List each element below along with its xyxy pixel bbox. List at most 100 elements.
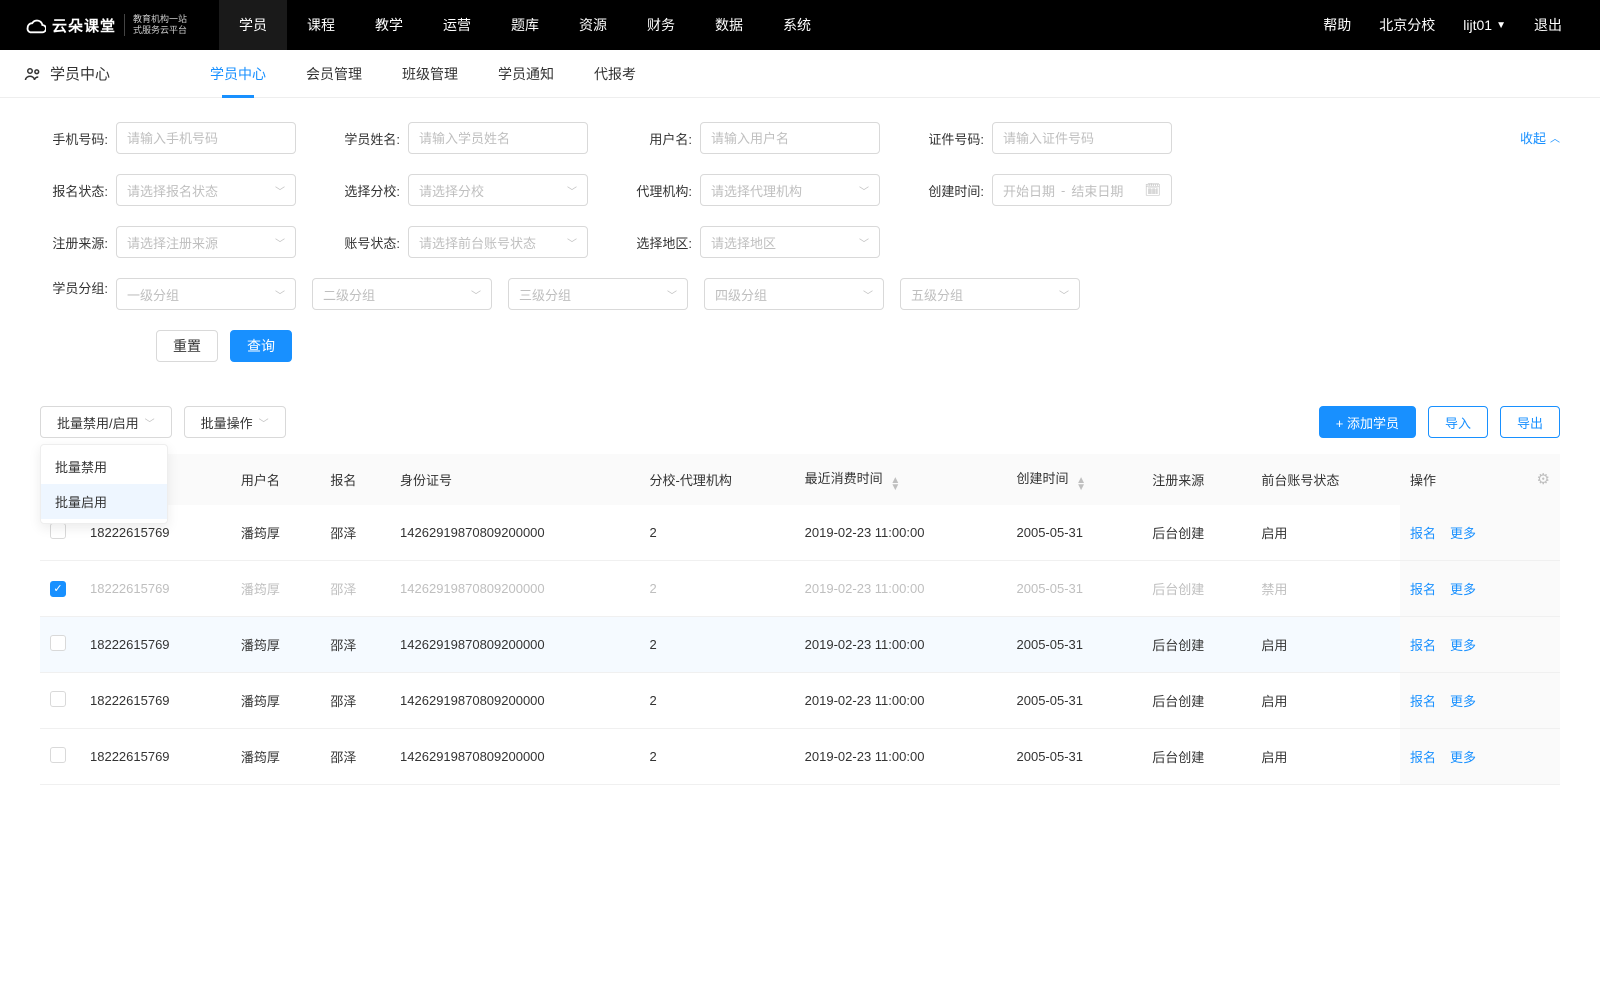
group-select-5[interactable]: 五级分组﹀ bbox=[900, 278, 1080, 310]
nav-logout[interactable]: 退出 bbox=[1520, 0, 1576, 50]
collapse-label: 收起 bbox=[1520, 128, 1546, 147]
collapse-toggle[interactable]: 收起 ︿ bbox=[1520, 128, 1560, 147]
group-label: 学员分组: bbox=[40, 278, 108, 310]
group-select-4[interactable]: 四级分组﹀ bbox=[704, 278, 884, 310]
filter-select[interactable]: 请选择注册来源﹀ bbox=[116, 226, 296, 258]
chevron-down-icon: ▼ bbox=[1496, 20, 1506, 31]
batch-toggle-button[interactable]: 批量禁用/启用 ﹀ bbox=[40, 406, 172, 438]
cell-branch: 2 bbox=[640, 617, 795, 673]
cell-source: 后台创建 bbox=[1142, 617, 1251, 673]
chevron-down-icon: ﹀ bbox=[1059, 287, 1069, 302]
table-row[interactable]: 18222615769潘筠厚邵泽142629198708092000002201… bbox=[40, 729, 1560, 785]
op-more[interactable]: 更多 bbox=[1450, 582, 1476, 597]
th-branch[interactable]: 分校-代理机构 bbox=[640, 454, 795, 505]
nav-item-2[interactable]: 教学 bbox=[355, 0, 423, 50]
th-username[interactable]: 用户名 bbox=[231, 454, 320, 505]
op-more[interactable]: 更多 bbox=[1450, 638, 1476, 653]
cell-phone: 18222615769 bbox=[80, 561, 231, 617]
op-more[interactable]: 更多 bbox=[1450, 526, 1476, 541]
chevron-down-icon: ﹀ bbox=[667, 287, 677, 302]
nav-item-3[interactable]: 运营 bbox=[423, 0, 491, 50]
query-button[interactable]: 查询 bbox=[230, 330, 292, 362]
group-select-3[interactable]: 三级分组﹀ bbox=[508, 278, 688, 310]
date-sep: - bbox=[1061, 183, 1065, 198]
row-checkbox[interactable] bbox=[50, 581, 66, 597]
filter-input[interactable] bbox=[408, 122, 588, 154]
nav-item-8[interactable]: 系统 bbox=[763, 0, 831, 50]
import-button[interactable]: 导入 bbox=[1428, 406, 1488, 438]
op-enroll[interactable]: 报名 bbox=[1410, 694, 1436, 709]
nav-item-7[interactable]: 数据 bbox=[695, 0, 763, 50]
sort-icon[interactable]: ▲▼ bbox=[1076, 477, 1086, 491]
filter-input[interactable] bbox=[700, 122, 880, 154]
sub-nav-item-1[interactable]: 会员管理 bbox=[286, 50, 382, 98]
filter-select[interactable]: 请选择报名状态﹀ bbox=[116, 174, 296, 206]
date-start: 开始日期 bbox=[1003, 181, 1055, 200]
table-row[interactable]: 18222615769潘筠厚邵泽142629198708092000002201… bbox=[40, 561, 1560, 617]
th-source[interactable]: 注册来源 bbox=[1142, 454, 1251, 505]
table-row[interactable]: 18222615769潘筠厚邵泽142629198708092000002201… bbox=[40, 673, 1560, 729]
op-enroll[interactable]: 报名 bbox=[1410, 582, 1436, 597]
nav-item-4[interactable]: 题库 bbox=[491, 0, 559, 50]
filter-label: 代理机构: bbox=[624, 181, 692, 200]
cell-created: 2005-05-31 bbox=[1007, 673, 1143, 729]
th-idno[interactable]: 身份证号 bbox=[390, 454, 640, 505]
filter-select[interactable]: 请选择分校﹀ bbox=[408, 174, 588, 206]
th-status[interactable]: 前台账号状态 bbox=[1251, 454, 1400, 505]
cell-checkbox bbox=[40, 729, 80, 785]
group-select-1[interactable]: 一级分组﹀ bbox=[116, 278, 296, 310]
group-select-2[interactable]: 二级分组﹀ bbox=[312, 278, 492, 310]
filter-select[interactable]: 请选择代理机构﹀ bbox=[700, 174, 880, 206]
table-row[interactable]: 18222615769潘筠厚邵泽142629198708092000002201… bbox=[40, 505, 1560, 561]
cell-last-consume: 2019-02-23 11:00:00 bbox=[795, 617, 1007, 673]
op-enroll[interactable]: 报名 bbox=[1410, 638, 1436, 653]
filter-row-1: 手机号码:学员姓名:用户名:证件号码: bbox=[40, 122, 1560, 154]
table-row[interactable]: 18222615769潘筠厚邵泽142629198708092000002201… bbox=[40, 617, 1560, 673]
row-checkbox[interactable] bbox=[50, 747, 66, 763]
th-enroll[interactable]: 报名 bbox=[320, 454, 390, 505]
filter-buttons: 重置 查询 bbox=[40, 330, 1560, 362]
cell-idno: 14262919870809200000 bbox=[390, 505, 640, 561]
reset-button[interactable]: 重置 bbox=[156, 330, 218, 362]
gear-icon[interactable]: ⚙ bbox=[1537, 470, 1550, 488]
filter-input[interactable] bbox=[116, 122, 296, 154]
nav-item-5[interactable]: 资源 bbox=[559, 0, 627, 50]
row-checkbox[interactable] bbox=[50, 691, 66, 707]
date-range-input[interactable]: 开始日期-结束日期🗓 bbox=[992, 174, 1172, 206]
nav-item-0[interactable]: 学员 bbox=[219, 0, 287, 50]
menu-batch-disable[interactable]: 批量禁用 bbox=[41, 449, 167, 484]
op-enroll[interactable]: 报名 bbox=[1410, 750, 1436, 765]
sub-nav-item-4[interactable]: 代报考 bbox=[574, 50, 656, 98]
nav-item-1[interactable]: 课程 bbox=[287, 0, 355, 50]
sub-nav-item-3[interactable]: 学员通知 bbox=[478, 50, 574, 98]
cell-created: 2005-05-31 bbox=[1007, 729, 1143, 785]
nav-branch[interactable]: 北京分校 bbox=[1365, 0, 1449, 50]
sub-nav-item-0[interactable]: 学员中心 bbox=[190, 50, 286, 98]
menu-batch-enable[interactable]: 批量启用 bbox=[41, 484, 167, 519]
nav-item-6[interactable]: 财务 bbox=[627, 0, 695, 50]
select-placeholder: 请选择代理机构 bbox=[711, 181, 859, 200]
filter-select[interactable]: 请选择前台账号状态﹀ bbox=[408, 226, 588, 258]
row-checkbox[interactable] bbox=[50, 635, 66, 651]
th-last-consume[interactable]: 最近消费时间 ▲▼ bbox=[795, 454, 1007, 505]
export-button[interactable]: 导出 bbox=[1500, 406, 1560, 438]
op-more[interactable]: 更多 bbox=[1450, 694, 1476, 709]
sub-nav-item-2[interactable]: 班级管理 bbox=[382, 50, 478, 98]
add-student-button[interactable]: + 添加学员 bbox=[1319, 406, 1416, 438]
filter-field: 账号状态:请选择前台账号状态﹀ bbox=[332, 226, 588, 258]
sort-icon[interactable]: ▲▼ bbox=[890, 477, 900, 491]
batch-ops-button[interactable]: 批量操作 ﹀ bbox=[184, 406, 286, 438]
filter-input[interactable] bbox=[992, 122, 1172, 154]
row-checkbox[interactable] bbox=[50, 523, 66, 539]
logo[interactable]: 云朵课堂 教育机构一站 式服务云平台 bbox=[24, 14, 187, 36]
op-enroll[interactable]: 报名 bbox=[1410, 526, 1436, 541]
nav-user[interactable]: lijt01 ▼ bbox=[1449, 0, 1520, 50]
table-wrap: 用户名 报名 身份证号 分校-代理机构 最近消费时间 ▲▼ 创建时间 ▲▼ 注册… bbox=[0, 454, 1600, 809]
cell-branch: 2 bbox=[640, 729, 795, 785]
th-created[interactable]: 创建时间 ▲▼ bbox=[1007, 454, 1143, 505]
chevron-down-icon: ﹀ bbox=[859, 235, 869, 250]
filter-field: 选择地区:请选择地区﹀ bbox=[624, 226, 880, 258]
filter-select[interactable]: 请选择地区﹀ bbox=[700, 226, 880, 258]
op-more[interactable]: 更多 bbox=[1450, 750, 1476, 765]
nav-help[interactable]: 帮助 bbox=[1309, 0, 1365, 50]
